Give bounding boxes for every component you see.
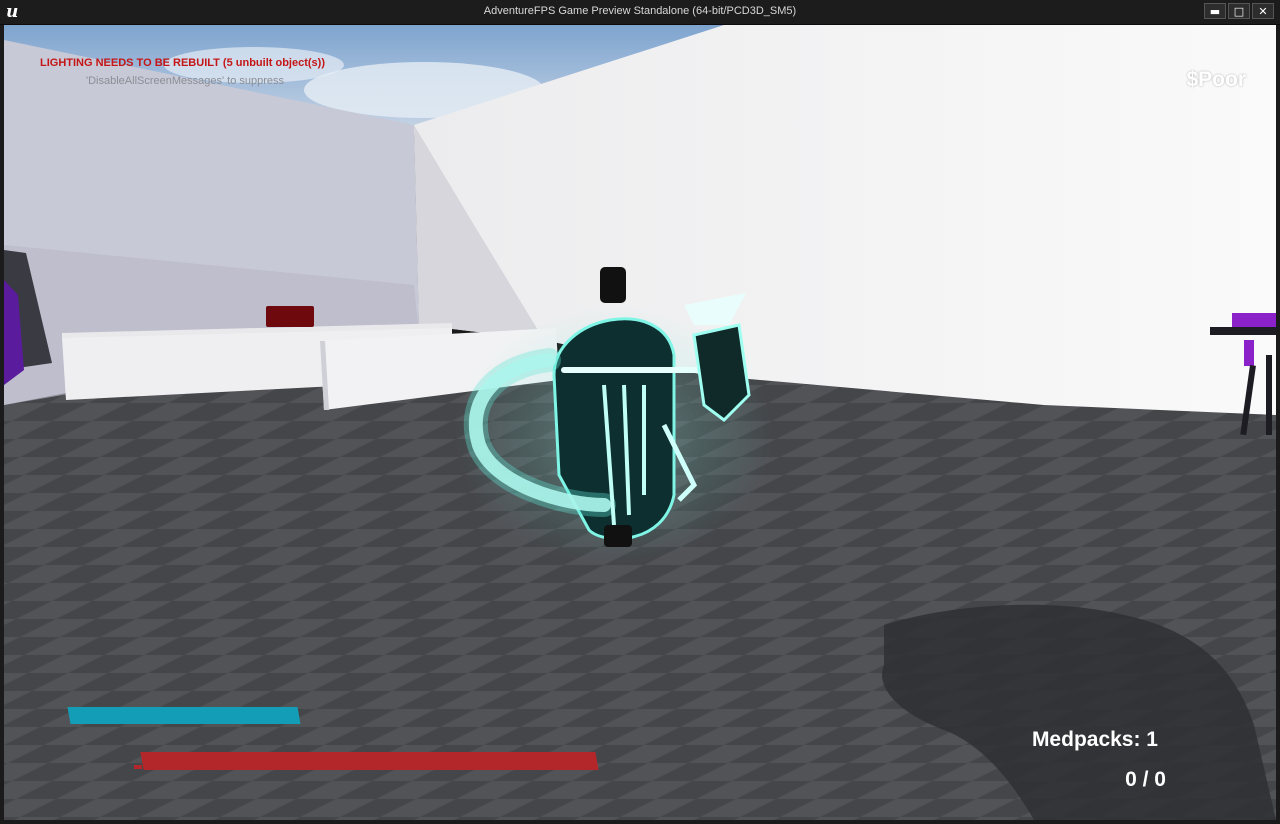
health-bar-marker [134, 765, 142, 769]
health-bar [140, 752, 599, 770]
window-title: AdventureFPS Game Preview Standalone (64… [483, 5, 797, 17]
minimize-button[interactable]: ▬ [1204, 3, 1226, 19]
shield-bar [67, 707, 301, 724]
window-controls: ▬ □ ✕ [1204, 3, 1274, 19]
money-label: $Poor [1186, 68, 1246, 91]
game-viewport[interactable]: LIGHTING NEEDS TO BE REBUILT (5 unbuilt … [4, 25, 1276, 820]
maximize-button[interactable]: □ [1228, 3, 1250, 19]
lighting-warning: LIGHTING NEEDS TO BE REBUILT (5 unbuilt … [40, 57, 325, 69]
ammo-counter: 0 / 0 [1125, 768, 1166, 791]
game-scene [4, 25, 1276, 820]
medpacks-counter: Medpacks: 1 [1031, 728, 1158, 751]
window-titlebar[interactable]: u AdventureFPS Game Preview Standalone (… [0, 0, 1280, 25]
suppress-hint: 'DisableAllScreenMessages' to suppress [86, 75, 285, 87]
red-box [266, 306, 314, 327]
close-button[interactable]: ✕ [1252, 3, 1274, 19]
